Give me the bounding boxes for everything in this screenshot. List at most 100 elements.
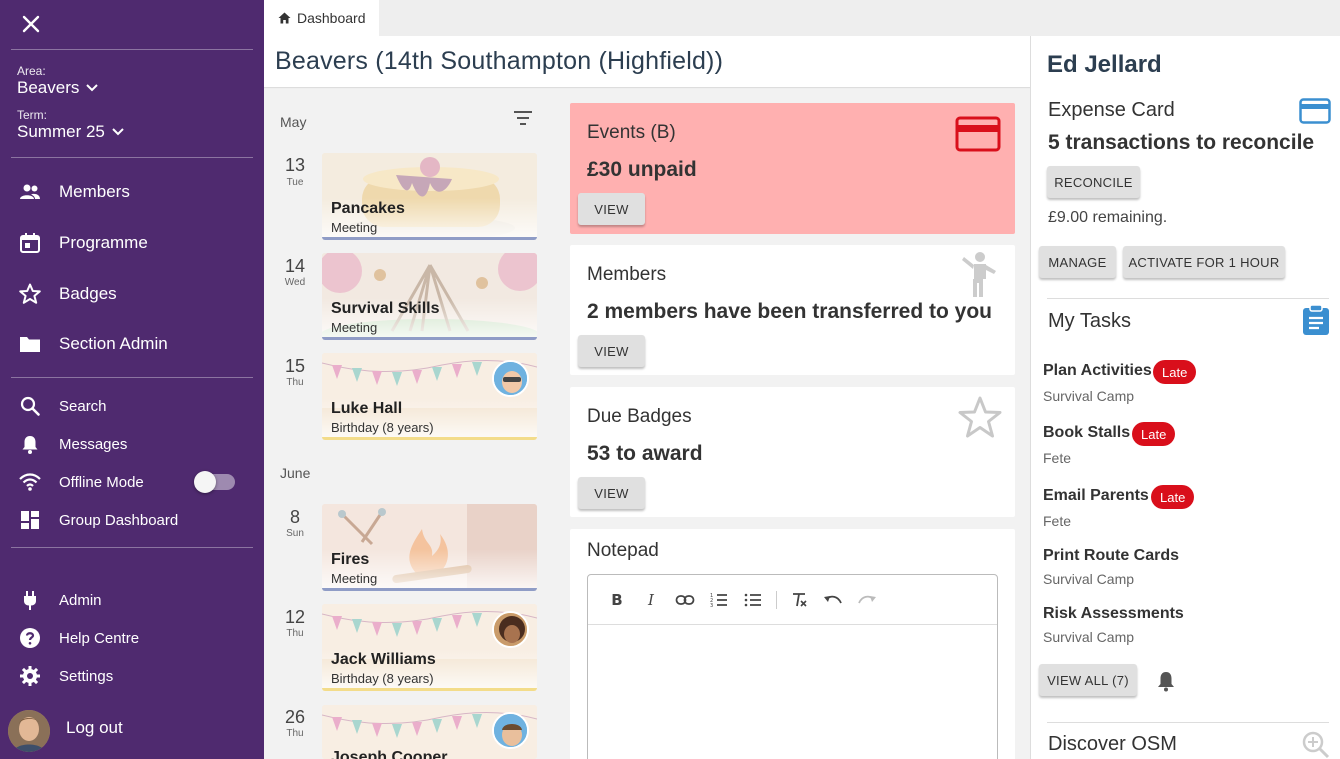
bell-icon bbox=[18, 432, 42, 456]
nav-search[interactable]: Search bbox=[0, 388, 264, 424]
event-title: Survival Skills bbox=[331, 300, 440, 317]
area-select[interactable]: Beavers bbox=[17, 78, 99, 98]
event-card-birthday[interactable]: Jack Williams Birthday (8 years) bbox=[322, 604, 537, 691]
member-avatar bbox=[492, 611, 529, 648]
person-icon bbox=[962, 252, 996, 297]
card-underline bbox=[322, 437, 537, 440]
wifi-icon bbox=[18, 470, 42, 494]
divider bbox=[11, 157, 253, 158]
task-name[interactable]: Book Stalls bbox=[1043, 424, 1130, 442]
event-card-birthday[interactable]: Joseph Cooper bbox=[322, 705, 537, 759]
dashboard-icon bbox=[18, 508, 42, 532]
month-header: May bbox=[280, 114, 307, 130]
term-select[interactable]: Summer 25 bbox=[17, 122, 125, 142]
zoom-in-icon[interactable] bbox=[1301, 730, 1331, 759]
svg-text:3: 3 bbox=[710, 603, 713, 608]
event-title: Fires bbox=[331, 551, 370, 568]
divider bbox=[1047, 298, 1329, 299]
late-badge: Late bbox=[1132, 422, 1176, 446]
month-header: June bbox=[280, 465, 311, 481]
event-day: 15 bbox=[284, 356, 306, 376]
star-icon bbox=[18, 282, 42, 306]
task-name[interactable]: Email Parents bbox=[1043, 487, 1149, 505]
activate-button[interactable]: ACTIVATE FOR 1 HOUR bbox=[1123, 246, 1285, 278]
nav-label: Section Admin bbox=[59, 334, 168, 353]
term-label: Term: bbox=[17, 108, 47, 122]
nav-programme[interactable]: Programme bbox=[0, 225, 264, 261]
credit-card-icon bbox=[1299, 98, 1331, 124]
event-card-pancakes[interactable]: Pancakes Meeting bbox=[322, 153, 537, 240]
nav-members[interactable]: Members bbox=[0, 174, 264, 210]
event-day: 13 bbox=[284, 155, 306, 175]
event-weekday: Tue bbox=[286, 177, 304, 188]
badges-view-button[interactable]: VIEW bbox=[578, 477, 645, 509]
clipboard-icon bbox=[1303, 304, 1329, 335]
card-title: Notepad bbox=[587, 540, 659, 561]
nav-label: Offline Mode bbox=[59, 473, 144, 491]
events-card: Events (B) £30 unpaid VIEW bbox=[570, 103, 1015, 234]
event-day: 26 bbox=[284, 707, 306, 727]
offline-mode-toggle[interactable] bbox=[194, 471, 235, 493]
events-view-button[interactable]: VIEW bbox=[578, 193, 645, 225]
nav-offline-mode: Offline Mode bbox=[0, 464, 264, 500]
event-card-survival-skills[interactable]: Survival Skills Meeting bbox=[322, 253, 537, 340]
event-card-fires[interactable]: Fires Meeting bbox=[322, 504, 537, 591]
late-badge: Late bbox=[1151, 485, 1195, 509]
task-name[interactable]: Plan Activities bbox=[1043, 362, 1152, 380]
close-icon[interactable] bbox=[20, 13, 42, 35]
manage-button[interactable]: MANAGE bbox=[1039, 246, 1116, 278]
link-icon[interactable] bbox=[674, 589, 696, 611]
task-subtitle: Fete bbox=[1043, 513, 1072, 529]
members-view-button[interactable]: VIEW bbox=[578, 335, 645, 367]
clear-format-icon[interactable] bbox=[788, 589, 810, 611]
redo-icon[interactable] bbox=[856, 589, 878, 611]
search-icon bbox=[18, 394, 42, 418]
divider bbox=[11, 547, 253, 548]
task-name[interactable]: Print Route Cards bbox=[1043, 547, 1179, 565]
undo-icon[interactable] bbox=[822, 589, 844, 611]
view-all-tasks-button[interactable]: VIEW ALL (7) bbox=[1039, 664, 1137, 696]
nav-settings[interactable]: Settings bbox=[0, 658, 264, 694]
nav-help-centre[interactable]: Help Centre bbox=[0, 620, 264, 656]
event-subtitle: Meeting bbox=[331, 320, 378, 335]
notepad-editor: B I 123 bbox=[587, 574, 998, 759]
bell-icon[interactable] bbox=[1157, 670, 1175, 692]
nav-admin[interactable]: Admin bbox=[0, 582, 264, 618]
task-name[interactable]: Risk Assessments bbox=[1043, 605, 1184, 623]
nav-messages[interactable]: Messages bbox=[0, 426, 264, 462]
task-subtitle: Fete bbox=[1043, 450, 1072, 466]
divider bbox=[11, 377, 253, 378]
editor-toolbar: B I 123 bbox=[588, 575, 997, 625]
logout-link[interactable]: Log out bbox=[66, 718, 123, 738]
user-avatar[interactable] bbox=[8, 710, 50, 752]
event-day: 14 bbox=[284, 256, 306, 276]
numbered-list-icon[interactable]: 123 bbox=[708, 589, 730, 611]
badges-card: Due Badges 53 to award VIEW bbox=[570, 387, 1015, 517]
italic-icon[interactable]: I bbox=[640, 589, 662, 611]
chevron-down-icon bbox=[86, 84, 99, 92]
gear-icon bbox=[18, 664, 42, 688]
event-subtitle: Meeting bbox=[331, 220, 378, 235]
reconcile-button[interactable]: RECONCILE bbox=[1047, 166, 1140, 198]
event-card-birthday[interactable]: Luke Hall Birthday (8 years) bbox=[322, 353, 537, 440]
late-badge: Late bbox=[1153, 360, 1197, 384]
page-header: Beavers (14th Southampton (Highfield)) bbox=[264, 36, 1030, 88]
card-value: 2 members have been transferred to you bbox=[587, 300, 992, 323]
nav-label: Search bbox=[59, 397, 107, 415]
plug-icon bbox=[18, 588, 42, 612]
nav-label: Admin bbox=[59, 591, 102, 609]
notepad-text-area[interactable] bbox=[588, 626, 997, 759]
bold-icon[interactable]: B bbox=[606, 589, 628, 611]
bullet-list-icon[interactable] bbox=[742, 589, 764, 611]
nav-badges[interactable]: Badges bbox=[0, 276, 264, 312]
tab-dashboard[interactable]: Dashboard bbox=[264, 0, 379, 36]
filter-icon[interactable] bbox=[512, 109, 534, 127]
credit-card-icon bbox=[955, 116, 1001, 152]
my-tasks-title: My Tasks bbox=[1048, 310, 1131, 332]
card-title: Due Badges bbox=[587, 406, 692, 427]
divider bbox=[1047, 722, 1329, 723]
nav-group-dashboard[interactable]: Group Dashboard bbox=[0, 502, 264, 538]
nav-label: Members bbox=[59, 182, 130, 201]
event-title: Jack Williams bbox=[331, 651, 436, 668]
nav-section-admin[interactable]: Section Admin bbox=[0, 326, 264, 362]
